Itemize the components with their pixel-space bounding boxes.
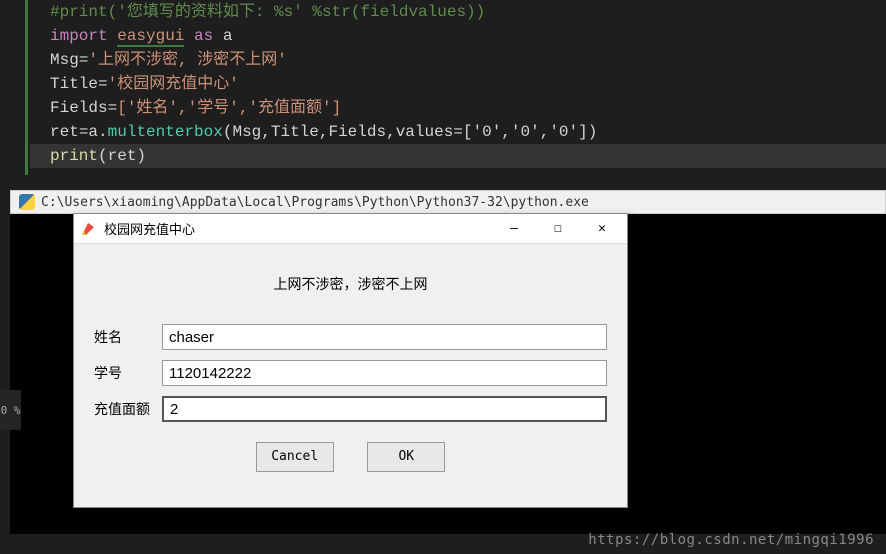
- code-line-comment: #print('您填写的资料如下: %s' %str(fieldvalues)): [30, 0, 886, 24]
- label-amount: 充值面额: [94, 399, 162, 419]
- minimize-button[interactable]: —: [501, 219, 527, 239]
- terminal-path: C:\Users\xiaoming\AppData\Local\Programs…: [41, 195, 589, 210]
- dialog-title: 校园网充值中心: [104, 219, 501, 238]
- form-row-amount: 充值面额: [94, 396, 607, 422]
- input-id[interactable]: [162, 360, 607, 386]
- sidebar-percent: 0 %: [0, 390, 21, 430]
- dialog-buttons: Cancel OK: [94, 442, 607, 472]
- dialog-titlebar: 校园网充值中心 — ☐ ✕: [74, 214, 627, 244]
- code-line-title: Title='校园网充值中心': [30, 72, 886, 96]
- ok-button[interactable]: OK: [367, 442, 445, 472]
- maximize-button[interactable]: ☐: [545, 219, 571, 239]
- terminal-titlebar: C:\Users\xiaoming\AppData\Local\Programs…: [10, 190, 886, 214]
- code-line-fields: Fields=['姓名','学号','充值面额']: [30, 96, 886, 120]
- python-icon: [19, 194, 35, 210]
- label-id: 学号: [94, 363, 162, 383]
- window-controls: — ☐ ✕: [501, 219, 621, 239]
- input-amount[interactable]: [162, 396, 607, 422]
- input-name[interactable]: [162, 324, 607, 350]
- cancel-button[interactable]: Cancel: [256, 442, 334, 472]
- code-line-print: print(ret): [30, 144, 886, 168]
- code-editor[interactable]: #print('您填写的资料如下: %s' %str(fieldvalues))…: [0, 0, 886, 168]
- dialog-message: 上网不涉密，涉密不上网: [94, 274, 607, 294]
- tk-feather-icon: [80, 221, 96, 237]
- code-line-msg: Msg='上网不涉密, 涉密不上网': [30, 48, 886, 72]
- label-name: 姓名: [94, 327, 162, 347]
- close-button[interactable]: ✕: [589, 219, 615, 239]
- form-row-id: 学号: [94, 360, 607, 386]
- watermark-url: https://blog.csdn.net/mingqi1996: [588, 532, 874, 548]
- gutter-indicator: [25, 0, 28, 175]
- form-row-name: 姓名: [94, 324, 607, 350]
- code-line-import: import easygui as a: [30, 24, 886, 48]
- code-line-call: ret=a.multenterbox(Msg,Title,Fields,valu…: [30, 120, 886, 144]
- easygui-dialog: 校园网充值中心 — ☐ ✕ 上网不涉密，涉密不上网 姓名 学号 充值面额 Can…: [73, 213, 628, 508]
- dialog-body: 上网不涉密，涉密不上网 姓名 学号 充值面额 Cancel OK: [74, 244, 627, 482]
